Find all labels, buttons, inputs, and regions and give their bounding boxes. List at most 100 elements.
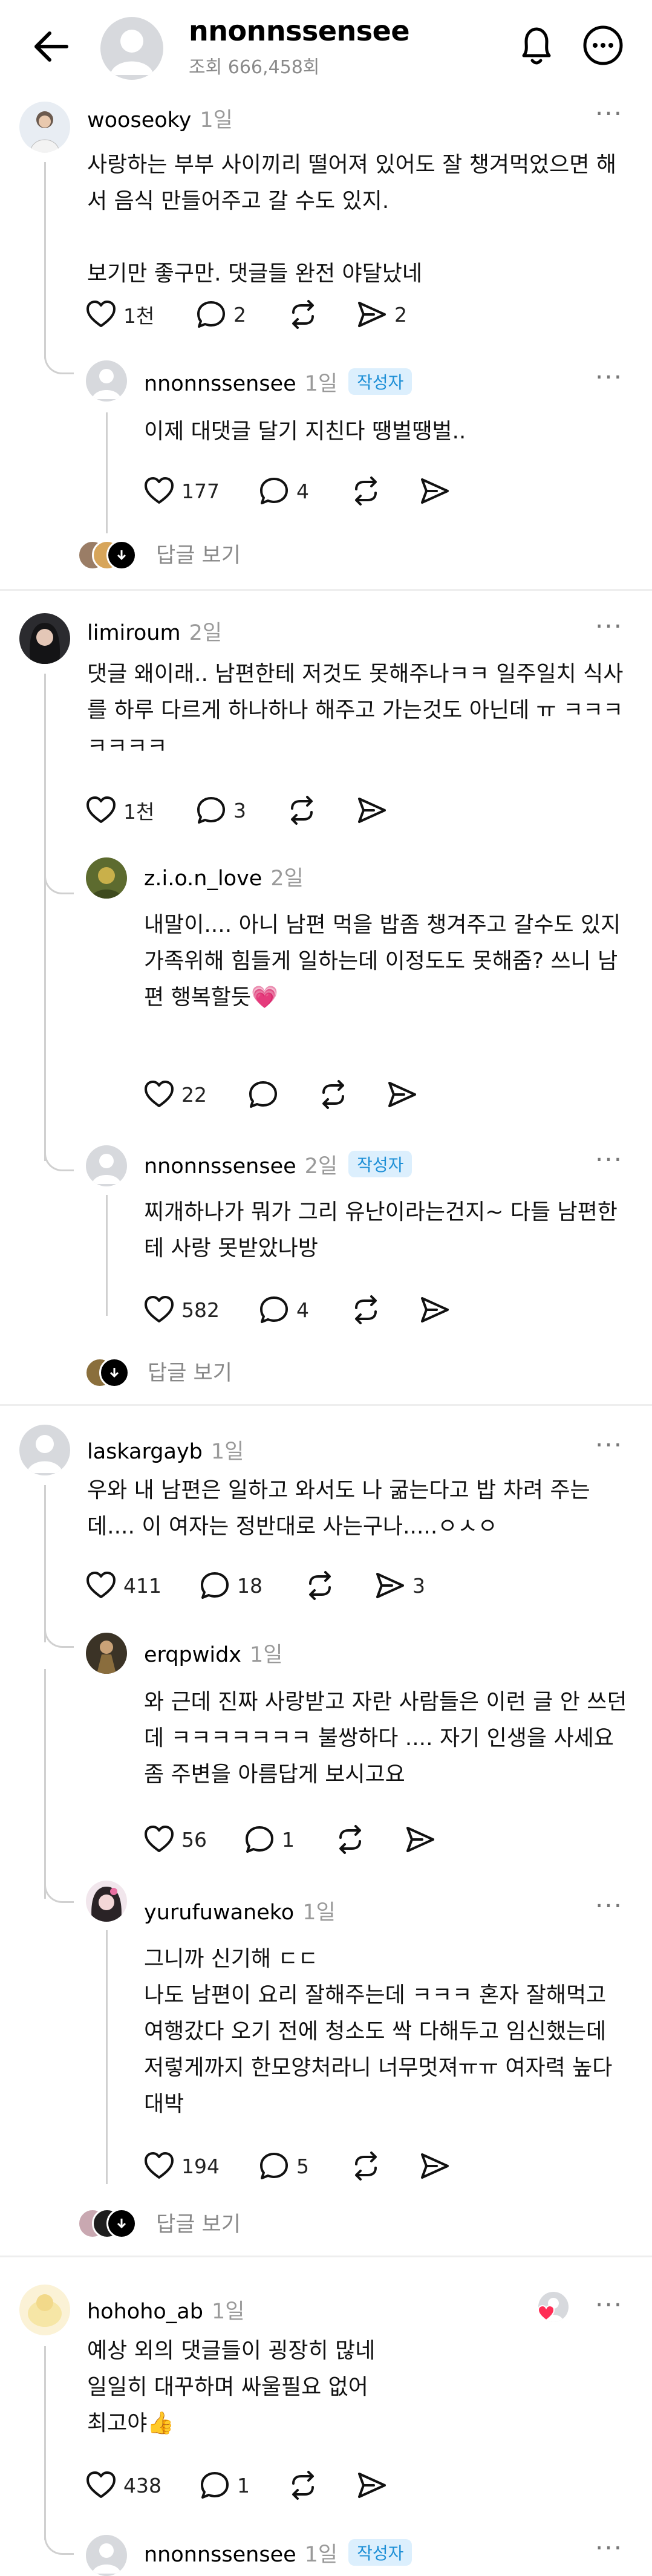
send-icon	[356, 298, 388, 331]
like-button[interactable]: 411	[85, 1567, 161, 1604]
comment-author[interactable]: limiroum 2일	[87, 616, 222, 646]
avatar[interactable]	[86, 360, 127, 402]
avatar[interactable]	[19, 2285, 70, 2335]
like-button[interactable]: 1천	[85, 296, 154, 333]
send-icon	[404, 1823, 437, 1856]
avatar[interactable]	[86, 1145, 127, 1186]
comment-author[interactable]: hohoho_ab 1일	[87, 2294, 244, 2325]
reply-avatars[interactable]	[77, 2208, 144, 2239]
like-button[interactable]: 1천	[85, 792, 154, 828]
repost-icon	[317, 1078, 350, 1111]
avatar[interactable]	[86, 857, 127, 899]
more-icon[interactable]: ···	[595, 2292, 623, 2318]
reply-button[interactable]: 4	[258, 473, 309, 509]
share-button[interactable]: 2	[356, 296, 407, 333]
reply-button[interactable]: 4	[258, 1292, 309, 1328]
more-icon[interactable]: ···	[595, 614, 623, 639]
reply-button[interactable]: 3	[195, 792, 246, 828]
repost-icon	[350, 1293, 382, 1326]
reply-button[interactable]: 5	[258, 2148, 309, 2184]
more-icon[interactable]: ···	[595, 365, 623, 390]
comment-author[interactable]: erqpwidx 1일	[144, 1638, 283, 1668]
repost-button[interactable]	[304, 1567, 336, 1604]
share-button[interactable]	[356, 792, 388, 828]
reply-button[interactable]: 1	[243, 1821, 295, 1858]
avatar[interactable]	[86, 1881, 127, 1922]
avatar[interactable]	[86, 2535, 127, 2576]
heart-icon	[85, 794, 117, 827]
like-button[interactable]: 438	[85, 2467, 161, 2503]
view-replies-link[interactable]: 답글 보기	[156, 2207, 241, 2238]
like-button[interactable]: 194	[143, 2148, 220, 2184]
thread-curve	[44, 1618, 74, 1648]
more-icon[interactable]: ···	[595, 2535, 623, 2561]
repost-button[interactable]	[287, 2467, 319, 2503]
reply-button[interactable]: 1	[198, 2467, 250, 2503]
back-arrow-icon[interactable]	[30, 25, 73, 68]
share-button[interactable]	[419, 2148, 451, 2184]
repost-icon	[350, 2150, 382, 2182]
view-replies-link[interactable]: 답글 보기	[156, 538, 241, 569]
heart-icon	[85, 2469, 117, 2502]
more-options-icon[interactable]	[582, 24, 624, 67]
comment-author[interactable]: laskargayb 1일	[87, 1434, 244, 1465]
comment-author[interactable]: wooseoky 1일	[87, 103, 233, 134]
comment-author[interactable]: z.i.o.n_love 2일	[144, 861, 304, 892]
view-count: 조회 666,458회	[189, 57, 320, 78]
comment-author[interactable]: yurufuwaneko 1일	[144, 1895, 336, 1926]
repost-button[interactable]	[350, 1292, 382, 1328]
thread-line	[106, 412, 108, 533]
view-replies-link[interactable]: 답글 보기	[148, 1356, 232, 1387]
thread-curve	[44, 2525, 74, 2555]
avatar[interactable]	[19, 102, 70, 152]
share-button[interactable]	[356, 2467, 388, 2503]
reply-button[interactable]	[247, 1076, 279, 1113]
comment-icon	[198, 2469, 231, 2502]
comment-text: 우와 내 남편은 일하고 와서도 나 굶는다고 밥 차려 주는데.... 이 여…	[87, 1478, 590, 1539]
repost-icon	[304, 1569, 336, 1602]
divider	[0, 589, 652, 591]
share-button[interactable]	[386, 1076, 419, 1113]
send-icon	[386, 1078, 419, 1111]
heart-icon	[537, 2304, 555, 2321]
share-button[interactable]	[419, 473, 451, 509]
share-button[interactable]	[404, 1821, 437, 1858]
repost-button[interactable]	[285, 792, 318, 828]
bell-icon[interactable]	[515, 23, 558, 68]
repost-button[interactable]	[317, 1076, 350, 1113]
profile-username[interactable]: nnonnssensee	[189, 15, 410, 47]
avatar[interactable]	[19, 613, 70, 664]
comment-icon	[258, 2150, 290, 2182]
repost-button[interactable]	[350, 2148, 382, 2184]
repost-button[interactable]	[334, 1821, 367, 1858]
more-icon[interactable]: ···	[595, 1147, 623, 1173]
comment-author[interactable]: nnonnssensee 1일 작성자	[144, 2537, 412, 2568]
like-button[interactable]: 22	[143, 1076, 207, 1113]
comment-author[interactable]: nnonnssensee 1일 작성자	[144, 366, 412, 397]
share-button[interactable]: 3	[374, 1567, 425, 1604]
like-button[interactable]: 177	[143, 473, 220, 509]
repost-icon	[350, 475, 382, 507]
profile-avatar[interactable]	[100, 17, 163, 80]
reply-avatars[interactable]	[85, 1358, 133, 1388]
more-icon[interactable]: ···	[595, 1893, 623, 1919]
comment-text: 찌개하나가 뭐가 그리 유난이라는건지~ 다들 남편한테 사랑 못받았나방	[144, 1200, 618, 1261]
comment-icon	[195, 794, 227, 827]
send-icon	[419, 1293, 451, 1326]
share-button[interactable]	[419, 1292, 451, 1328]
heart-icon	[143, 1823, 175, 1856]
reply-button[interactable]: 18	[198, 1567, 262, 1604]
like-button[interactable]: 582	[143, 1292, 220, 1328]
comment-author[interactable]: nnonnssensee 2일 작성자	[144, 1149, 412, 1180]
avatar[interactable]	[19, 1425, 70, 1475]
like-button[interactable]: 56	[143, 1821, 207, 1858]
thread-line	[106, 1195, 108, 1316]
more-icon[interactable]: ···	[595, 1433, 623, 1458]
repost-button[interactable]	[287, 296, 319, 333]
reply-button[interactable]: 2	[195, 296, 246, 333]
reply-avatars[interactable]	[77, 540, 144, 570]
avatar[interactable]	[86, 1633, 127, 1674]
heart-icon	[143, 475, 175, 507]
more-icon[interactable]: ···	[595, 101, 623, 126]
repost-button[interactable]	[350, 473, 382, 509]
